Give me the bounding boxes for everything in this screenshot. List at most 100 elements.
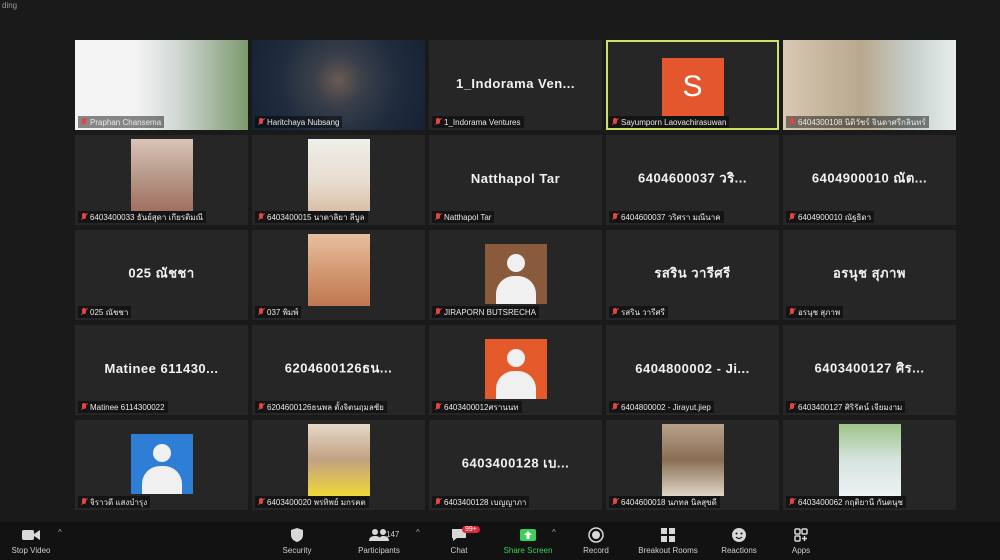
participant-name-label: 6404800002 - Jirayut.jiep xyxy=(609,401,714,413)
chat-unread-badge: 99+ xyxy=(462,526,480,533)
security-label: Security xyxy=(282,546,312,555)
participant-name: 6403400020 พรทิพย์ มกรคต xyxy=(267,497,366,507)
chat-label: Chat xyxy=(450,546,468,555)
participant-tile[interactable]: อรนุช สุภาพ อรนุช สุภาพ xyxy=(783,230,956,320)
muted-mic-icon xyxy=(81,308,87,316)
reactions-label: Reactions xyxy=(721,546,757,555)
participant-tile[interactable]: 6404300108 นิติวัชร์ จินดาศรีกลินทร์ xyxy=(783,40,956,130)
muted-mic-icon xyxy=(435,308,441,316)
participant-name-label: 6403400127 ศิริรัตน์ เจียมงาม xyxy=(786,401,906,413)
apps-icon xyxy=(793,526,809,544)
participant-name-label: 6404600037 วริศรา มณีนาค xyxy=(609,211,724,223)
participant-tile[interactable]: 6404800002 - Ji... 6404800002 - Jirayut.j… xyxy=(606,325,779,415)
participant-name: 6403400128 เบญญาภา xyxy=(444,497,527,507)
stop-video-label: Stop Video xyxy=(11,546,51,555)
participants-button[interactable]: 147 Participants xyxy=(344,526,414,560)
default-avatar-icon xyxy=(484,244,547,304)
participant-name-label: 025 ณัชชา xyxy=(78,306,132,318)
participant-name: 6204600126ธนพล ตั้งจิตนฤมลชัย xyxy=(267,402,384,412)
record-button[interactable]: Record xyxy=(561,526,631,560)
muted-mic-icon xyxy=(258,213,264,221)
participant-tile[interactable]: Praphan Chansema xyxy=(75,40,248,130)
breakout-rooms-icon xyxy=(660,526,676,544)
muted-mic-icon xyxy=(612,308,618,316)
participant-tile[interactable]: Haritchaya Nubsang xyxy=(252,40,425,130)
participant-tile[interactable]: 6404600018 นภทล นิลสุขดี xyxy=(606,420,779,510)
participant-name: รสริน วารีศรี xyxy=(621,307,665,317)
muted-mic-icon xyxy=(81,403,87,411)
participant-name-label: 6404600018 นภทล นิลสุขดี xyxy=(609,496,720,508)
participant-name: Matinee 6114300022 xyxy=(90,402,165,412)
apps-label: Apps xyxy=(791,546,811,555)
window-title: ding xyxy=(2,1,18,10)
participant-tile[interactable]: Matinee 611430... Matinee 6114300022 xyxy=(75,325,248,415)
muted-mic-icon xyxy=(81,498,87,506)
participant-name-label: Praphan Chansema xyxy=(78,116,165,128)
participant-display-name: 6204600126ธน... xyxy=(284,360,393,376)
security-button[interactable]: Security xyxy=(262,526,332,560)
participant-name-label: 6403400033 ธันย์สุดา เกียรติมณี xyxy=(78,211,206,223)
participants-count: 147 xyxy=(386,530,400,539)
participant-name: 6404600018 นภทล นิลสุขดี xyxy=(621,497,717,507)
participant-name-label: JIRAPORN BUTSRECHA xyxy=(432,306,540,318)
participant-tile[interactable]: JIRAPORN BUTSRECHA xyxy=(429,230,602,320)
participant-tile[interactable]: 6403400012ศรานนท xyxy=(429,325,602,415)
participant-tile[interactable]: 6204600126ธน... 6204600126ธนพล ตั้งจิตนฤม… xyxy=(252,325,425,415)
breakout-rooms-button[interactable]: Breakout Rooms xyxy=(633,526,703,560)
muted-mic-icon xyxy=(258,498,264,506)
participant-name-label: รสริน วารีศรี xyxy=(609,306,668,318)
participant-name: 6404800002 - Jirayut.jiep xyxy=(621,402,711,412)
participant-tile[interactable]: 1_Indorama Ven... 1_Indorama Ventures xyxy=(429,40,602,130)
reactions-button[interactable]: Reactions xyxy=(704,526,774,560)
participant-name: 6404600037 วริศรา มณีนาค xyxy=(621,212,721,222)
participant-tile[interactable]: จิราวดี แสงบำรุง xyxy=(75,420,248,510)
participant-name-label: 6404300108 นิติวัชร์ จินดาศรีกลินทร์ xyxy=(786,116,929,128)
participant-display-name: 6403400128 เบ... xyxy=(461,455,570,471)
share-options-chevron-icon[interactable]: ^ xyxy=(552,528,556,537)
muted-mic-icon xyxy=(612,498,618,506)
stop-video-button[interactable]: Stop Video xyxy=(0,526,66,560)
participant-name-label: 1_Indorama Ventures xyxy=(432,116,524,128)
apps-button[interactable]: Apps xyxy=(766,526,836,560)
participant-video xyxy=(307,424,370,496)
participant-name-label: อรนุช สุภาพ xyxy=(786,306,844,318)
muted-mic-icon xyxy=(612,403,618,411)
participant-name-label: 6403400012ศรานนท xyxy=(432,401,522,413)
participant-name-label: Matinee 6114300022 xyxy=(78,401,168,413)
chat-button[interactable]: 99+ Chat xyxy=(424,526,494,560)
participant-tile[interactable]: 6404900010 ณัต... 6404900010 ณัฐธิดา xyxy=(783,135,956,225)
participant-display-name: 6403400127 ศิร... xyxy=(814,360,925,376)
participant-tile[interactable]: 6404600037 วริ... 6404600037 วริศรา มณีนา… xyxy=(606,135,779,225)
muted-mic-icon xyxy=(81,118,87,126)
participants-chevron-icon[interactable]: ^ xyxy=(416,528,420,537)
muted-mic-icon xyxy=(612,118,618,126)
muted-mic-icon xyxy=(789,308,795,316)
participant-tile[interactable]: 025 ณัชชา 025 ณัชชา xyxy=(75,230,248,320)
participant-name: จิราวดี แสงบำรุง xyxy=(90,497,148,507)
participant-tile[interactable]: 6403400015 นาตาลิยา ลีบูล xyxy=(252,135,425,225)
participant-tile[interactable]: Natthapol Tar Natthapol Tar xyxy=(429,135,602,225)
participant-name-label: Haritchaya Nubsang xyxy=(255,116,343,128)
participant-tile[interactable]: 6403400033 ธันย์สุดา เกียรติมณี xyxy=(75,135,248,225)
participant-name: อรนุช สุภาพ xyxy=(798,307,841,317)
participant-name-label: จิราวดี แสงบำรุง xyxy=(78,496,151,508)
participant-tile[interactable]: 6403400062 กฤติยานี กันตนุช xyxy=(783,420,956,510)
participant-tile[interactable]: 037 พิมพ์ xyxy=(252,230,425,320)
participant-name: Praphan Chansema xyxy=(90,117,162,127)
muted-mic-icon xyxy=(258,118,264,126)
meeting-toolbar: Stop Video ^ Security 147 Participants ^… xyxy=(0,522,1000,560)
participant-tile[interactable]: รสริน วารีศรี รสริน วารีศรี xyxy=(606,230,779,320)
participant-tile[interactable]: 6403400128 เบ... 6403400128 เบญญาภา xyxy=(429,420,602,510)
participant-video xyxy=(307,139,370,211)
participant-tile[interactable]: S Sayumporn Laovachirasuwan xyxy=(606,40,779,130)
muted-mic-icon xyxy=(789,498,795,506)
participant-tile[interactable]: 6403400127 ศิร... 6403400127 ศิริรัตน์ เจ… xyxy=(783,325,956,415)
participant-name: 1_Indorama Ventures xyxy=(444,117,521,127)
participant-name: Natthapol Tar xyxy=(444,212,492,222)
participant-video xyxy=(307,234,370,306)
participant-tile[interactable]: 6403400020 พรทิพย์ มกรคต xyxy=(252,420,425,510)
participant-name-label: 6403400062 กฤติยานี กันตนุช xyxy=(786,496,906,508)
participant-name-label: 6404900010 ณัฐธิดา xyxy=(786,211,875,223)
muted-mic-icon xyxy=(435,403,441,411)
video-options-chevron-icon[interactable]: ^ xyxy=(58,528,62,537)
